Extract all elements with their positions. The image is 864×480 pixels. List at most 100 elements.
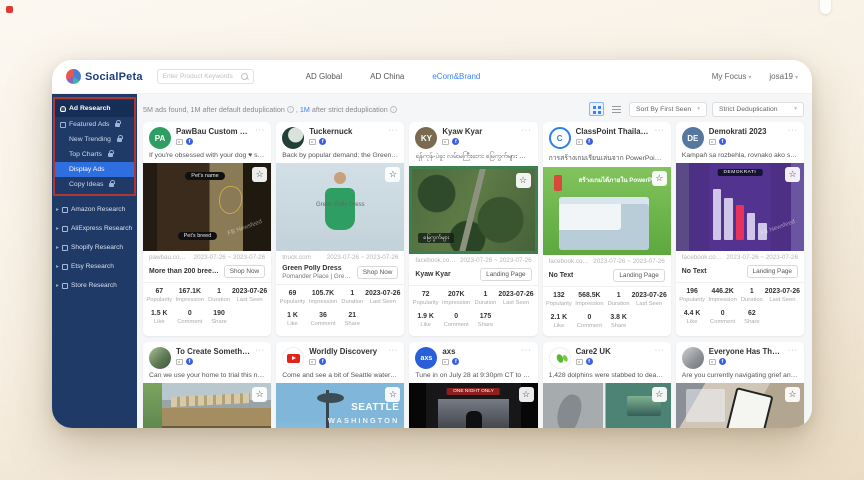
favorite-star-button[interactable]: ☆ (652, 387, 667, 402)
ad-creative-image[interactable]: ☆ สร้างเกมได้ภายใน PowerPoint! (543, 167, 671, 255)
nav-ad-global[interactable]: AD Global (306, 72, 342, 81)
more-button[interactable]: ··· (388, 347, 398, 354)
ad-card[interactable]: Worldly Discovery f ··· Come and see a b… (276, 342, 404, 428)
favorite-star-button[interactable]: ☆ (785, 387, 800, 402)
sidebar-item-aliexpress-research[interactable]: ▸ AliExpress Research (52, 219, 137, 238)
sidebar-item-store-research[interactable]: ▸ Store Research (52, 276, 137, 295)
ad-card[interactable]: Everyone Has The Freedom To... f ··· Are… (676, 342, 804, 428)
advertiser-name[interactable]: Everyone Has The Freedom To... (709, 347, 783, 356)
info-icon[interactable]: i (287, 106, 294, 113)
ad-creative-image[interactable]: ☆ SEATTLE WASHINGTON (276, 383, 404, 428)
advertiser-name[interactable]: Kyaw Kyar (442, 127, 516, 136)
sidebar-item-top-charts[interactable]: Top Charts (55, 147, 134, 162)
more-button[interactable]: ··· (788, 347, 798, 354)
list-view-button[interactable] (609, 102, 624, 116)
ad-card[interactable]: Care2 UK f ··· 1,428 dolphins were stabb… (543, 342, 671, 428)
ad-card[interactable]: axs axs f ··· Tune in on July 28 at 9:30… (409, 342, 537, 428)
comment-value: 0 (572, 314, 607, 321)
advertiser-avatar[interactable]: C (549, 127, 571, 149)
favorite-star-button[interactable]: ☆ (519, 387, 534, 402)
ad-domain[interactable]: tnuck.com (282, 254, 311, 261)
cta-button[interactable]: Landing Page (613, 269, 664, 282)
advertiser-name[interactable]: PawBau Custom Jewelry (176, 127, 250, 136)
favorite-star-button[interactable]: ☆ (252, 387, 267, 402)
sidebar-item-amazon-research[interactable]: ▸ Amazon Research (52, 200, 137, 219)
sidebar-item-copy-ideas[interactable]: Copy Ideas (55, 177, 134, 192)
ad-creative-image[interactable]: ☆ (676, 383, 804, 428)
advertiser-name[interactable]: Demokrati 2023 (709, 127, 783, 136)
advertiser-avatar[interactable]: PA (149, 127, 171, 149)
favorite-star-button[interactable]: ☆ (385, 167, 400, 182)
my-focus-menu[interactable]: My Focus▾ (712, 72, 752, 81)
more-button[interactable]: ··· (522, 347, 532, 354)
sidebar-item-shopify-research[interactable]: ▸ Shopify Research (52, 238, 137, 257)
advertiser-avatar[interactable] (549, 347, 571, 369)
advertiser-name[interactable]: ClassPoint Thailand (576, 127, 650, 136)
nav-ecom-brand[interactable]: eCom&Brand (432, 72, 480, 81)
ad-card[interactable]: PA PawBau Custom Jewelry f ··· If you're… (143, 122, 271, 336)
more-button[interactable]: ··· (388, 127, 398, 134)
dedup-dropdown[interactable]: Strict Deduplication▾ (712, 102, 804, 117)
ad-card[interactable]: DE Demokrati 2023 f ··· Kampaň sa rozbeh… (676, 122, 804, 336)
advertiser-avatar[interactable] (149, 347, 171, 369)
card-header: Worldly Discovery f ··· (276, 342, 404, 371)
ad-creative-image[interactable]: ☆ DEMOKRATI FB Newsfeed (676, 163, 804, 251)
favorite-star-button[interactable]: ☆ (652, 171, 667, 186)
advertiser-name[interactable]: Tuckernuck (309, 127, 383, 136)
favorite-star-button[interactable]: ☆ (252, 167, 267, 182)
cta-button[interactable]: Shop Now (357, 266, 399, 279)
sidebar-item-new-trending[interactable]: New Trending (55, 132, 134, 147)
advertiser-avatar[interactable] (282, 127, 304, 149)
advertiser-avatar[interactable] (682, 347, 704, 369)
ad-creative-image[interactable]: ☆ မြေကွက်များ (409, 166, 537, 254)
advertiser-name[interactable]: Care2 UK (576, 347, 650, 356)
more-button[interactable]: ··· (655, 347, 665, 354)
ad-card[interactable]: To Create Something Exceptio... f ··· Ca… (143, 342, 271, 428)
ad-domain[interactable]: facebook.com/10... (415, 257, 456, 264)
ad-creative-image[interactable]: ☆ (543, 383, 671, 428)
ad-card[interactable]: KY Kyaw Kyar f ··· ရန်ကုန်-ပဲခူး လမ်းမကြ… (409, 122, 537, 336)
more-button[interactable]: ··· (255, 127, 265, 134)
ad-creative-image[interactable]: ☆ ONE NIGHT ONLY (409, 383, 537, 428)
user-menu[interactable]: josa19▾ (769, 72, 798, 81)
advertiser-name[interactable]: axs (442, 347, 516, 356)
nav-ad-china[interactable]: AD China (370, 72, 404, 81)
facebook-icon: f (719, 138, 726, 145)
advertiser-avatar[interactable]: DE (682, 127, 704, 149)
advertiser-avatar[interactable]: axs (415, 347, 437, 369)
favorite-star-button[interactable]: ☆ (385, 387, 400, 402)
search-input[interactable] (163, 73, 241, 80)
strict-dedup-link[interactable]: 1M (300, 105, 310, 114)
ad-creative-image[interactable]: ☆ Green Polly Dress (276, 163, 404, 251)
cta-button[interactable]: Landing Page (747, 265, 798, 278)
sidebar-item-featured-ads[interactable]: Featured Ads (55, 117, 134, 132)
sidebar-item-etsy-research[interactable]: ▸ Etsy Research (52, 257, 137, 276)
grid-view-button[interactable] (589, 102, 604, 116)
search-box[interactable] (157, 69, 254, 84)
favorite-star-button[interactable]: ☆ (516, 173, 531, 188)
ad-card[interactable]: Tuckernuck f ··· Back by popular demand:… (276, 122, 404, 336)
ad-creative-image[interactable]: ☆ Pet's name Pet's breed FB Newsfeed (143, 163, 271, 251)
more-button[interactable]: ··· (255, 347, 265, 354)
ad-domain[interactable]: pawbau.com... (149, 254, 190, 261)
advertiser-avatar[interactable]: KY (415, 127, 437, 149)
sort-dropdown[interactable]: Sort By First Seen▾ (629, 102, 707, 117)
favorite-star-button[interactable]: ☆ (785, 167, 800, 182)
ad-domain[interactable]: facebook.com/10... (682, 254, 723, 261)
advertiser-name[interactable]: To Create Something Exceptio... (176, 347, 250, 356)
more-button[interactable]: ··· (655, 127, 665, 134)
comment-value: 0 (173, 310, 208, 317)
more-button[interactable]: ··· (522, 127, 532, 134)
ad-domain[interactable]: facebook.com/11... (549, 258, 590, 265)
cta-button[interactable]: Shop Now (224, 265, 266, 278)
advertiser-avatar[interactable] (282, 347, 304, 369)
info-icon[interactable]: i (390, 106, 397, 113)
sidebar-item-ad-research[interactable]: Ad Research (55, 100, 134, 117)
ad-creative-image[interactable]: ☆ (143, 383, 271, 428)
sidebar-item-display-ads[interactable]: Display Ads (55, 162, 134, 177)
ad-card[interactable]: C ClassPoint Thailand f ··· การสร้างเกมเ… (543, 122, 671, 336)
cta-button[interactable]: Landing Page (480, 268, 531, 281)
more-button[interactable]: ··· (788, 127, 798, 134)
logo[interactable]: SocialPeta (66, 69, 143, 84)
advertiser-name[interactable]: Worldly Discovery (309, 347, 383, 356)
